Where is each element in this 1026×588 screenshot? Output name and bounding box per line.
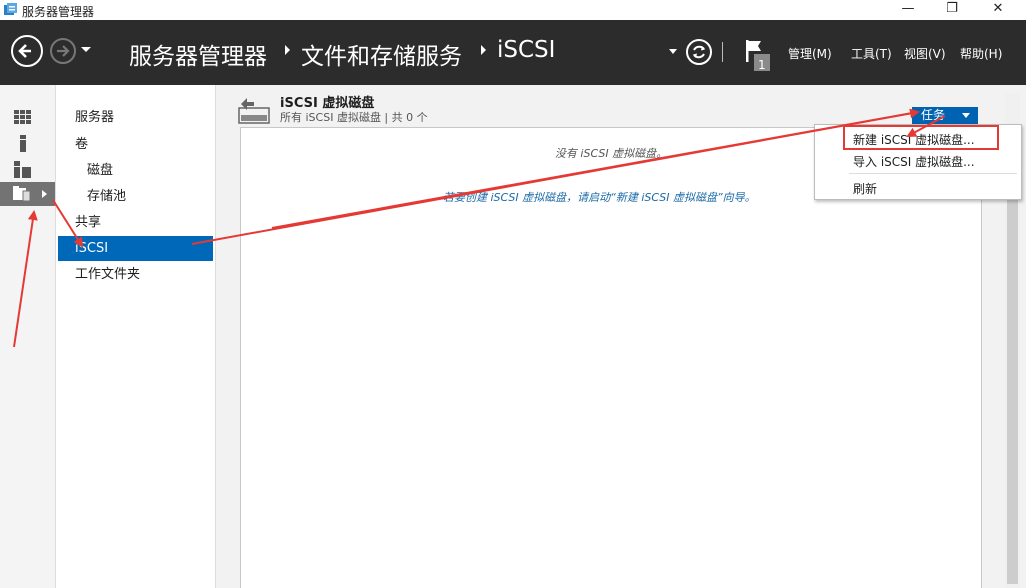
nav-item-volumes[interactable]: 卷 xyxy=(58,132,213,157)
chevron-down-icon xyxy=(962,113,970,118)
menu-view[interactable]: 视图(V) xyxy=(904,45,946,62)
breadcrumb-server-manager[interactable]: 服务器管理器 xyxy=(129,37,267,71)
menu-item-import-iscsi-disk[interactable]: 导入 iSCSI 虚拟磁盘... xyxy=(853,153,975,170)
chevron-down-icon[interactable] xyxy=(668,48,678,56)
create-wizard-hint: 若要创建 iSCSI 虚拟磁盘，请启动“新建 iSCSI 虚拟磁盘”向导。 xyxy=(443,191,756,204)
menu-divider xyxy=(849,173,1017,174)
close-button[interactable]: ✕ xyxy=(976,0,1020,20)
file-storage-icon xyxy=(13,186,31,202)
breadcrumb-separator xyxy=(481,45,486,55)
menu-item-refresh[interactable]: 刷新 xyxy=(853,180,877,197)
nav-item-work-folders[interactable]: 工作文件夹 xyxy=(58,262,213,287)
breadcrumb-file-storage[interactable]: 文件和存储服务 xyxy=(301,37,462,71)
nav-item-disks[interactable]: 磁盘 xyxy=(58,158,213,183)
arrow-right-icon xyxy=(57,45,70,57)
menu-tools[interactable]: 工具(T) xyxy=(851,45,892,62)
window-title: 服务器管理器 xyxy=(22,5,95,19)
breadcrumb-iscsi: iSCSI xyxy=(497,37,556,63)
title-bar: 服务器管理器 — ❐ ✕ xyxy=(0,0,1026,20)
nav-item-shares[interactable]: 共享 xyxy=(58,210,213,235)
refresh-button[interactable] xyxy=(686,39,712,65)
header-divider xyxy=(722,42,723,62)
server-manager-app-icon xyxy=(4,3,17,15)
breadcrumb-separator xyxy=(285,45,290,55)
notifications-button[interactable]: 1 xyxy=(744,38,772,72)
strip-item-file-storage[interactable] xyxy=(0,182,55,206)
refresh-icon xyxy=(693,45,705,59)
header-bar: 服务器管理器 文件和存储服务 iSCSI 1 管理(M) 工具(T) 视图(V)… xyxy=(0,20,1026,85)
tasks-button[interactable]: 任务 xyxy=(912,107,978,124)
arrow-left-icon xyxy=(18,44,31,58)
expand-arrow-icon xyxy=(42,190,47,198)
tile-subtitle: 所有 iSCSI 虚拟磁盘 | 共 0 个 xyxy=(280,111,428,124)
minimize-button[interactable]: — xyxy=(886,0,930,20)
annotation-highlight-box xyxy=(843,125,999,150)
back-button[interactable] xyxy=(11,35,43,67)
nav-item-storage-pools[interactable]: 存储池 xyxy=(58,184,213,209)
tasks-label: 任务 xyxy=(921,108,946,122)
nav-item-iscsi[interactable]: iSCSI xyxy=(58,236,213,261)
nav-item-servers[interactable]: 服务器 xyxy=(58,105,213,130)
all-servers-icon xyxy=(14,161,31,178)
dashboard-icon xyxy=(14,110,31,124)
menu-manage[interactable]: 管理(M) xyxy=(788,45,832,62)
iscsi-disk-icon xyxy=(238,98,270,124)
strip-item-all-servers[interactable] xyxy=(0,158,55,182)
maximize-button[interactable]: ❐ xyxy=(930,0,974,20)
menu-help[interactable]: 帮助(H) xyxy=(960,45,1002,62)
chevron-down-icon[interactable] xyxy=(80,45,92,55)
local-server-icon xyxy=(20,135,26,152)
strip-item-dashboard[interactable] xyxy=(0,106,55,130)
notification-count-badge: 1 xyxy=(758,58,766,72)
strip-item-local-server[interactable] xyxy=(0,132,55,156)
forward-button[interactable] xyxy=(50,38,76,64)
